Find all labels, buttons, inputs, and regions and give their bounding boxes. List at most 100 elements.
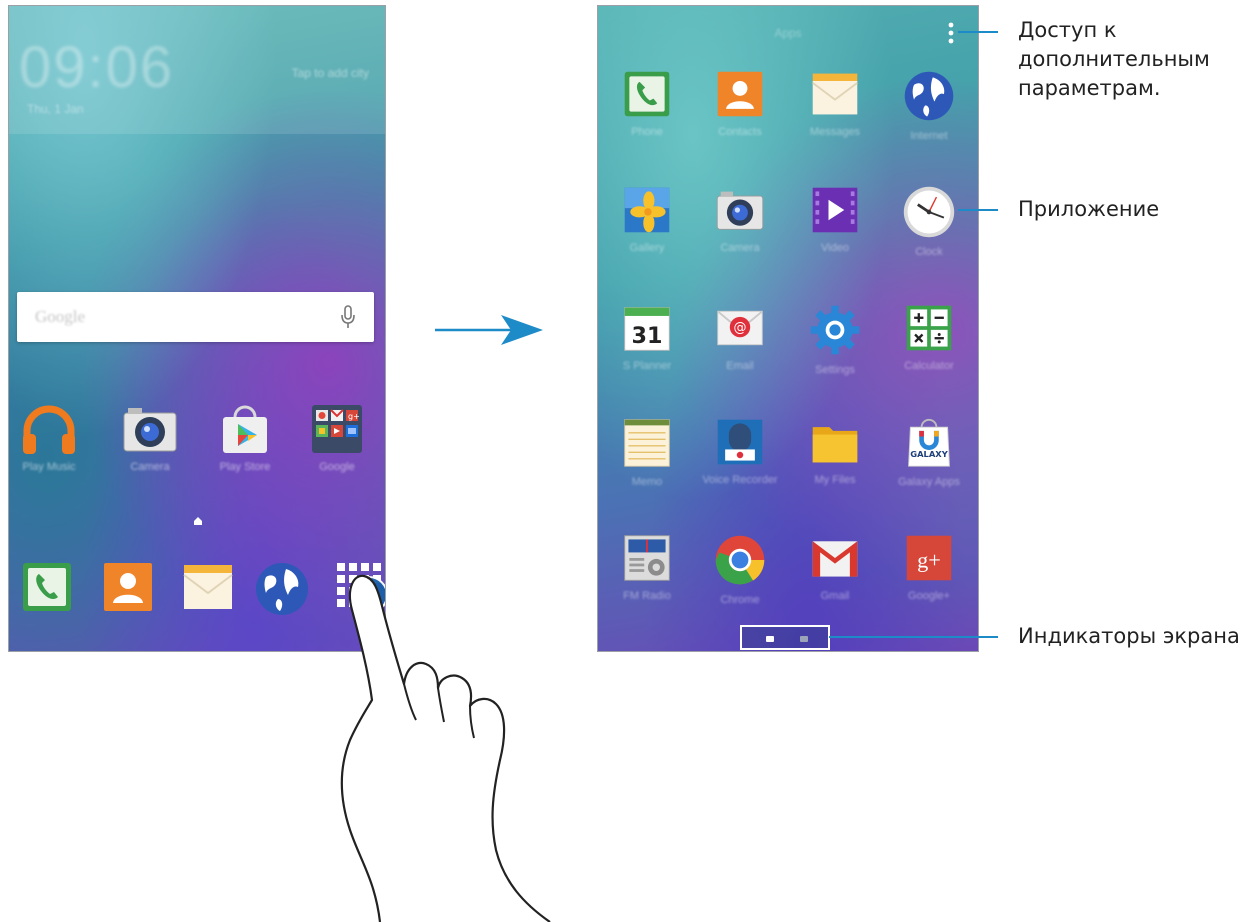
app-memo[interactable]: Memo: [600, 416, 694, 488]
dock-app-contacts[interactable]: [88, 559, 168, 615]
app-camera[interactable]: Camera: [693, 184, 787, 254]
app-calculator[interactable]: Calculator: [882, 302, 976, 372]
app-label: Calculator: [904, 360, 954, 372]
home-app-label: Play Music: [22, 461, 76, 473]
calendar-day: 31: [632, 323, 663, 349]
phone-icon: [624, 71, 670, 117]
home-app-camera[interactable]: Camera: [110, 401, 190, 473]
app-settings[interactable]: Settings: [788, 302, 882, 376]
app-label: Camera: [720, 242, 760, 254]
google-plus-icon: g+: [906, 535, 952, 581]
home-app-play-music[interactable]: Play Music: [9, 401, 89, 473]
app-messages[interactable]: Messages: [788, 68, 882, 138]
app-label: Voice Recorder: [702, 474, 778, 486]
app-clock[interactable]: Clock: [882, 184, 976, 258]
video-icon: [812, 187, 858, 233]
dock-app-internet[interactable]: [242, 559, 322, 619]
google-plus-badge: g+: [917, 547, 941, 572]
app-label: Messages: [809, 126, 861, 138]
app-label: Video: [821, 242, 849, 254]
microphone-icon[interactable]: [340, 304, 356, 330]
app-label: Gallery: [629, 242, 665, 254]
page-indicator: [740, 625, 830, 650]
app-label: Gmail: [820, 590, 850, 602]
galaxy-apps-icon: GALAXY: [908, 418, 950, 467]
more-options-icon[interactable]: [946, 22, 956, 44]
gallery-icon: [624, 187, 670, 233]
app-chrome[interactable]: Chrome: [693, 532, 787, 606]
app-s-planner[interactable]: 31 S Planner: [600, 302, 694, 372]
app-label: Galaxy Apps: [898, 476, 960, 488]
app-phone[interactable]: Phone: [600, 68, 694, 138]
callout-line-application: [958, 209, 998, 211]
folder-icon: [812, 427, 858, 463]
app-label: S Planner: [622, 360, 672, 372]
pointing-hand-icon: [340, 574, 551, 922]
app-gmail[interactable]: Gmail: [788, 532, 882, 602]
app-label: Memo: [631, 476, 663, 488]
app-voice-recorder[interactable]: Voice Recorder: [693, 416, 787, 486]
globe-icon: [904, 71, 954, 121]
clock-icon: [903, 186, 955, 238]
app-video[interactable]: Video: [788, 184, 882, 254]
page-dot-active[interactable]: [766, 636, 774, 642]
app-label: Internet: [910, 130, 948, 142]
play-store-icon: [223, 405, 267, 453]
messages-icon: [812, 73, 858, 115]
home-page-indicator-icon: [194, 517, 202, 525]
callout-line-screen-indicators: [829, 636, 998, 638]
google-search-bar[interactable]: Google: [17, 292, 374, 342]
app-label: Settings: [815, 364, 855, 376]
page-dot[interactable]: [800, 636, 808, 642]
home-app-label: Play Store: [219, 461, 271, 473]
email-icon: @: [717, 310, 763, 346]
app-gallery[interactable]: Gallery: [600, 184, 694, 254]
app-label: FM Radio: [623, 590, 671, 602]
voice-recorder-icon: [717, 419, 763, 465]
dock-app-messages[interactable]: [168, 559, 248, 615]
headphones-icon: [23, 405, 75, 454]
home-folder-google[interactable]: g+ Google: [297, 401, 377, 473]
radio-icon: [624, 535, 670, 581]
galaxy-badge: GALAXY: [910, 449, 949, 459]
app-internet[interactable]: Internet: [882, 68, 976, 142]
app-label: Google+: [908, 590, 950, 602]
contacts-icon: [717, 71, 763, 117]
globe-icon: [256, 563, 308, 615]
search-placeholder: Google: [35, 307, 86, 326]
settings-gear-icon: [810, 305, 860, 355]
clock-widget[interactable]: 09:06 Thu, 1 Jan Tap to add city: [9, 6, 385, 134]
svg-text:@: @: [734, 321, 747, 336]
app-label: Chrome: [720, 594, 760, 606]
transition-arrow-icon: [435, 315, 543, 345]
home-app-play-store[interactable]: Play Store: [205, 401, 285, 473]
callout-application: Приложение: [1018, 197, 1160, 221]
app-google-plus[interactable]: g+ Google+: [882, 532, 976, 602]
callout-screen-indicators: Индикаторы экрана: [1018, 624, 1240, 648]
gmail-icon: [812, 541, 858, 577]
add-city-hint[interactable]: Tap to add city: [292, 66, 369, 80]
contacts-icon: [104, 563, 152, 611]
calculator-icon: [906, 305, 952, 351]
dock-app-phone[interactable]: [9, 559, 87, 615]
clock-time: 09:06: [19, 35, 175, 100]
app-galaxy-apps[interactable]: GALAXY Galaxy Apps: [882, 416, 976, 488]
callout-line-more-options: [958, 31, 998, 33]
svg-text:g+: g+: [348, 412, 360, 421]
app-label: Clock: [915, 246, 943, 258]
apps-screen-title: Apps: [774, 26, 802, 40]
apps-screen: Apps Phone Contacts Messages Internet Ga…: [597, 5, 979, 652]
phone-icon: [23, 563, 71, 611]
app-contacts[interactable]: Contacts: [693, 68, 787, 138]
camera-icon: [123, 408, 177, 452]
app-fm-radio[interactable]: FM Radio: [600, 532, 694, 602]
app-my-files[interactable]: My Files: [788, 416, 882, 486]
app-label: Email: [726, 360, 754, 372]
app-label: Contacts: [718, 126, 762, 138]
camera-icon: [716, 191, 764, 230]
home-app-label: Google: [319, 461, 355, 473]
app-label: Phone: [631, 126, 663, 138]
app-email[interactable]: @ Email: [693, 302, 787, 372]
google-folder-icon: g+: [312, 405, 362, 453]
calendar-icon: 31: [624, 307, 670, 351]
